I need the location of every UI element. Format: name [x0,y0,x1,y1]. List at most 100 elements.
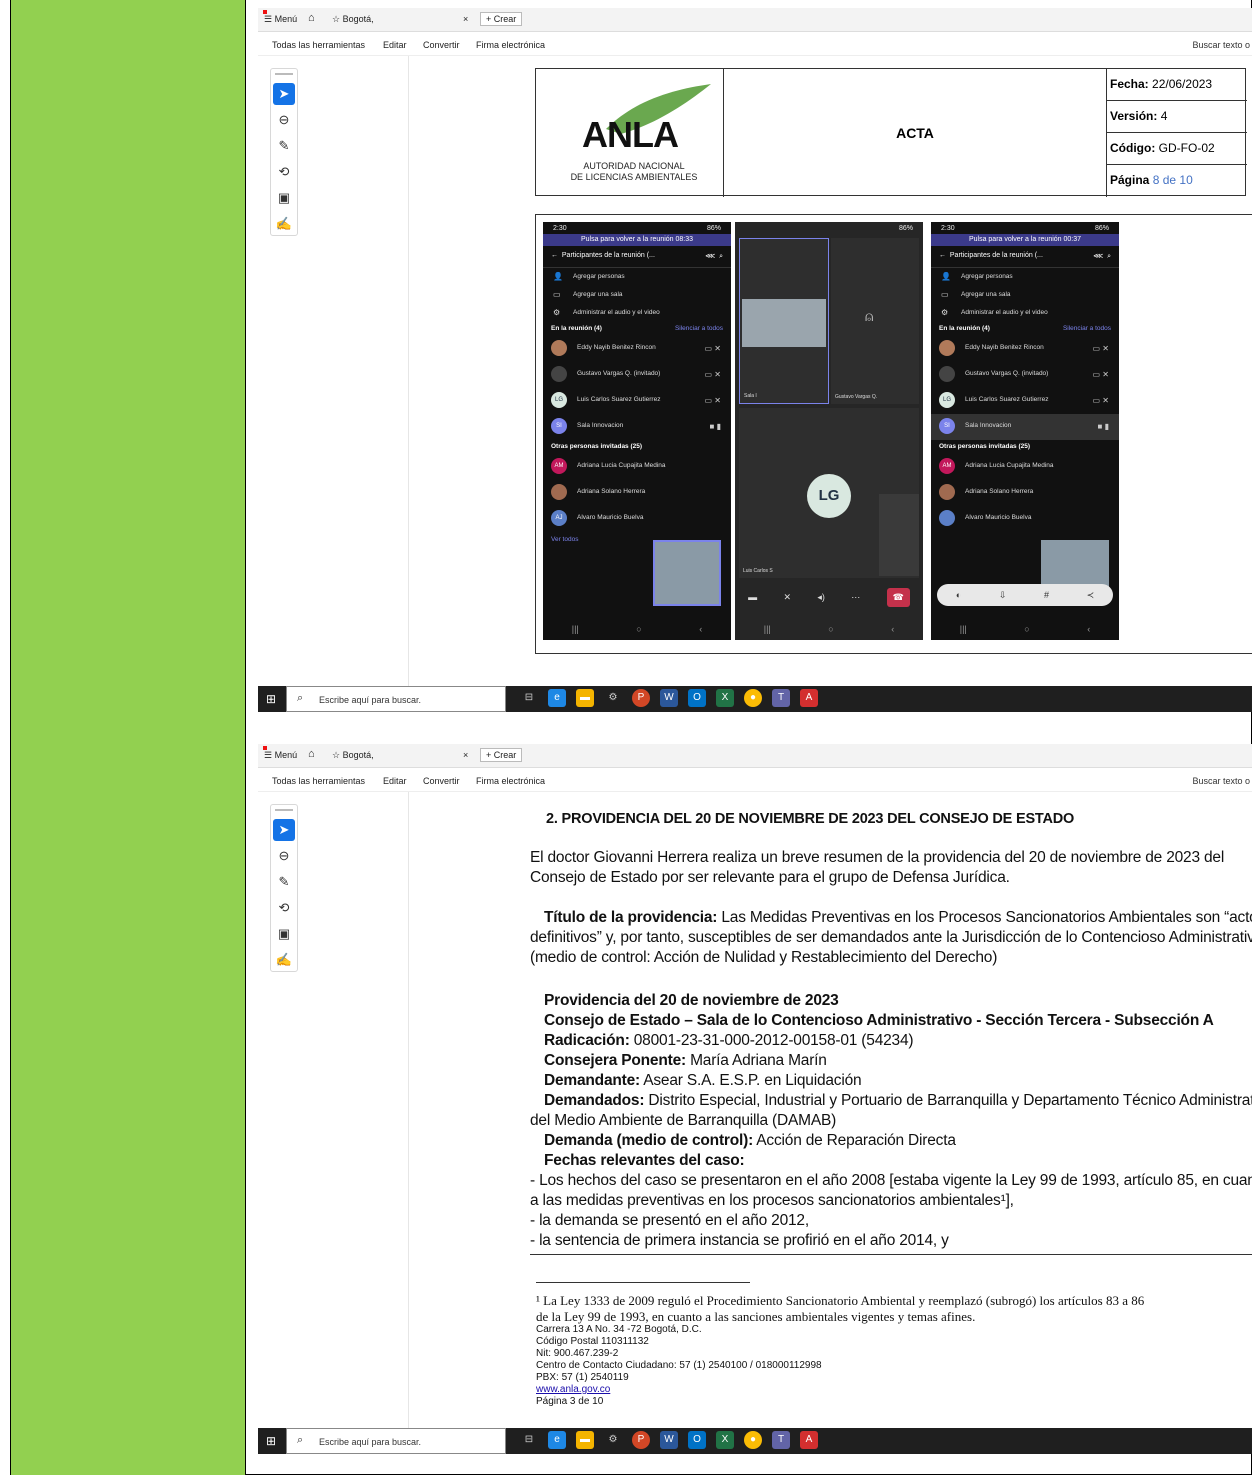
more-icon[interactable]: ⋯ [851,592,860,603]
outlook-icon[interactable]: O [688,1431,706,1449]
meta-pagina: Página 8 de 10 [1110,173,1193,187]
task-view-icon[interactable]: ⊟ [520,1431,538,1449]
menu-esign[interactable]: Firma electrónica [476,776,545,786]
chrome-icon[interactable]: ● [744,689,762,707]
new-tab-button[interactable]: + Crear [480,748,523,762]
participant-row[interactable]: SI Sala Innovacion ■ ▮ [543,414,731,440]
menu-edit[interactable]: Editar [383,776,407,786]
return-banner[interactable]: Pulsa para volver a la reunión 00:37 [931,234,1119,246]
participant-row[interactable]: SI Sala Innovacion ■ ▮ [931,414,1119,440]
website-link[interactable]: www.anla.gov.co [536,1384,610,1396]
new-tab-button[interactable]: + Crear [480,12,523,26]
edge-icon[interactable]: e [548,1431,566,1449]
excel-icon[interactable]: X [716,1431,734,1449]
powerpoint-icon[interactable]: P [632,689,650,707]
tab-document[interactable]: ☆ Bogotá, [332,14,374,25]
text-box-icon[interactable]: ▣ [273,923,295,945]
return-banner[interactable]: Pulsa para volver a la reunión 08:33 [543,234,731,246]
call-controls: ▬ ✕ ◂) ⋯ ☎ [735,582,923,612]
meta-fecha: Fecha: 22/06/2023 [1107,69,1247,101]
footnote-line-1: ¹ La Ley 1333 de 2009 reguló el Procedim… [536,1293,1145,1308]
settings-app-icon[interactable]: ⚙ [604,1431,622,1449]
acrobat-icon[interactable]: A [800,1431,818,1449]
participant-row[interactable]: Gustavo Vargas Q. (invitado) ▭ ✕ [931,362,1119,388]
sign-icon[interactable]: ✍ [273,949,295,971]
taskbar-search[interactable]: ⌕ Escribe aquí para buscar. [286,686,506,712]
menu-convert[interactable]: Convertir [423,776,460,786]
edge-icon[interactable]: e [548,689,566,707]
sign-icon[interactable]: ✍ [273,213,295,235]
file-explorer-icon[interactable]: ▬ [576,1431,594,1449]
search-icon: ⌕ [297,1434,304,1446]
text-box-icon[interactable]: ▣ [273,187,295,209]
file-explorer-icon[interactable]: ▬ [576,689,594,707]
camera-off-icon[interactable]: ▬ [748,592,757,602]
speaker-icon[interactable]: ◂) [817,592,825,603]
chrome-icon[interactable]: ● [744,1431,762,1449]
tab-bar: ☰ Menú ⌂ ☆ Bogotá, × + Crear [258,8,1252,32]
outlook-icon[interactable]: O [688,689,706,707]
menu-edit[interactable]: Editar [383,40,407,50]
invited-row[interactable]: AM Adriana Lucia Cupajita Medina [543,454,731,480]
zoom-icon[interactable]: ⊖ [273,845,295,867]
manage-av[interactable]: ⚙ Administrar el audio y el video [543,304,731,322]
panel-grip[interactable] [275,809,293,811]
search-text-button[interactable]: Buscar texto o [1192,776,1250,786]
share-toolbar[interactable]: ◐ ⇩ # ≺ [937,584,1113,606]
tab-close-icon[interactable]: × [463,750,468,760]
menu-bar: Todas las herramientas Editar Convertir … [258,32,1252,56]
participant-row[interactable]: LG Luis Carlos Suarez Gutierrez ▭ ✕ [543,388,731,414]
settings-app-icon[interactable]: ⚙ [604,689,622,707]
hangup-icon[interactable]: ☎ [886,587,910,607]
menu-all-tools[interactable]: Todas las herramientas [272,40,365,50]
select-icon[interactable]: ➤ [273,83,295,105]
teams-icon[interactable]: T [772,689,790,707]
invited-row[interactable]: Alvaro Mauricio Buelva [931,506,1119,532]
menu-all-tools[interactable]: Todas las herramientas [272,776,365,786]
windows-icon[interactable]: ⊞ [266,1435,278,1447]
document-meta: Fecha: 22/06/2023 Versión: 4 Código: GD-… [1107,69,1247,197]
powerpoint-icon[interactable]: P [632,1431,650,1449]
zoom-icon[interactable]: ⊖ [273,109,295,131]
tab-document[interactable]: ☆ Bogotá, [332,750,374,761]
participant-row[interactable]: LG Luis Carlos Suarez Gutierrez ▭ ✕ [931,388,1119,414]
invited-row[interactable]: AJ Alvaro Mauricio Buelva [543,506,731,532]
windows-icon[interactable]: ⊞ [266,693,278,705]
lasso-icon[interactable]: ⟲ [273,897,295,919]
address-line: Carrera 13 A No. 34 -72 Bogotá, D.C. [536,1324,702,1335]
tab-close-icon[interactable]: × [463,14,468,24]
add-people[interactable]: 👤 Agregar personas [543,268,731,286]
acrobat-icon[interactable]: A [800,689,818,707]
home-icon[interactable]: ⌂ [308,12,315,24]
menu-esign[interactable]: Firma electrónica [476,40,545,50]
participant-row[interactable]: Eddy Nayib Benitez Rincon ▭ ✕ [931,336,1119,362]
menu-button[interactable]: ☰ Menú [264,750,297,761]
task-view-icon[interactable]: ⊟ [520,689,538,707]
add-people[interactable]: 👤 Agregar personas [931,268,1119,286]
excel-icon[interactable]: X [716,689,734,707]
add-room[interactable]: ▭ Agregar una sala [931,286,1119,304]
select-icon[interactable]: ➤ [273,819,295,841]
invited-row[interactable]: Adriana Solano Herrera [931,480,1119,506]
menu-convert[interactable]: Convertir [423,40,460,50]
word-icon[interactable]: W [660,689,678,707]
panel-grip[interactable] [275,73,293,75]
home-icon[interactable]: ⌂ [308,748,315,760]
participant-row[interactable]: Eddy Nayib Benitez Rincon ▭ ✕ [543,336,731,362]
nit-line: Nit: 900.467.239-2 [536,1348,619,1359]
manage-av[interactable]: ⚙ Administrar el audio y el video [931,304,1119,322]
invited-row[interactable]: AM Adriana Lucia Cupajita Medina [931,454,1119,480]
lasso-icon[interactable]: ⟲ [273,161,295,183]
search-text-button[interactable]: Buscar texto o [1192,40,1250,50]
android-nav: ||| ○ ‹ [763,624,895,634]
menu-button[interactable]: ☰ Menú [264,14,297,25]
pen-icon[interactable]: ✎ [273,871,295,893]
pen-icon[interactable]: ✎ [273,135,295,157]
invited-row[interactable]: Adriana Solano Herrera [543,480,731,506]
add-room[interactable]: ▭ Agregar una sala [543,286,731,304]
word-icon[interactable]: W [660,1431,678,1449]
taskbar-search[interactable]: ⌕ Escribe aquí para buscar. [286,1428,506,1454]
teams-icon[interactable]: T [772,1431,790,1449]
participant-row[interactable]: Gustavo Vargas Q. (invitado) ▭ ✕ [543,362,731,388]
mic-off-icon[interactable]: ✕ [784,592,792,603]
